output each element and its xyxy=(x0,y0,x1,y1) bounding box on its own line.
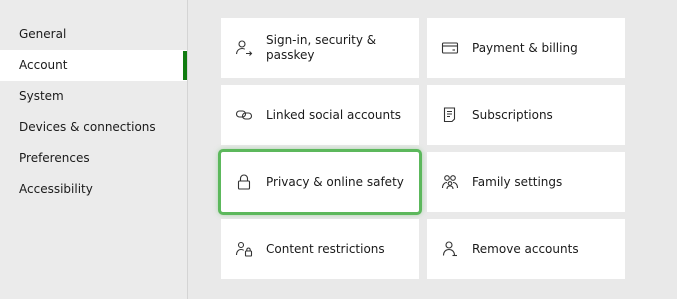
receipt-icon xyxy=(427,85,472,145)
tile-label: Family settings xyxy=(472,174,563,189)
tile-content-restrictions[interactable]: Content restrictions xyxy=(221,219,419,279)
link-icon xyxy=(221,85,266,145)
sidebar-item-devices-connections[interactable]: Devices & connections xyxy=(0,112,187,143)
person-lock-icon xyxy=(221,219,266,279)
family-icon xyxy=(427,152,472,212)
sidebar-item-accessibility[interactable]: Accessibility xyxy=(0,174,187,205)
tile-label: Remove accounts xyxy=(472,241,579,256)
active-indicator xyxy=(183,51,187,80)
tile-label: Sign-in, security & passkey xyxy=(266,33,377,62)
sidebar-item-general[interactable]: General xyxy=(0,19,187,50)
tile-subscriptions[interactable]: Subscriptions xyxy=(427,85,625,145)
settings-sidebar: General Account System Devices & connect… xyxy=(0,0,188,299)
tile-label: Content restrictions xyxy=(266,241,385,256)
tile-label: Privacy & online safety xyxy=(266,174,404,189)
sidebar-item-preferences[interactable]: Preferences xyxy=(0,143,187,174)
sidebar-item-system[interactable]: System xyxy=(0,81,187,112)
tile-remove-accounts[interactable]: Remove accounts xyxy=(427,219,625,279)
credit-card-icon xyxy=(427,18,472,78)
tile-payment-billing[interactable]: Payment & billing xyxy=(427,18,625,78)
lock-icon xyxy=(221,152,266,212)
tile-label: Linked social accounts xyxy=(266,107,402,122)
person-icon xyxy=(427,219,472,279)
account-tiles-grid: Sign-in, security & passkey Payment & bi… xyxy=(218,18,625,280)
tile-label: Subscriptions xyxy=(472,107,553,122)
sidebar-item-label: Account xyxy=(19,58,68,72)
tile-sign-in-security[interactable]: Sign-in, security & passkey xyxy=(221,18,419,78)
tile-label: Payment & billing xyxy=(472,40,578,55)
tile-linked-social-accounts[interactable]: Linked social accounts xyxy=(221,85,419,145)
sidebar-item-account[interactable]: Account xyxy=(0,50,187,81)
person-key-icon xyxy=(221,18,266,78)
tile-family-settings[interactable]: Family settings xyxy=(427,152,625,212)
tile-privacy-online-safety[interactable]: Privacy & online safety xyxy=(218,149,422,215)
